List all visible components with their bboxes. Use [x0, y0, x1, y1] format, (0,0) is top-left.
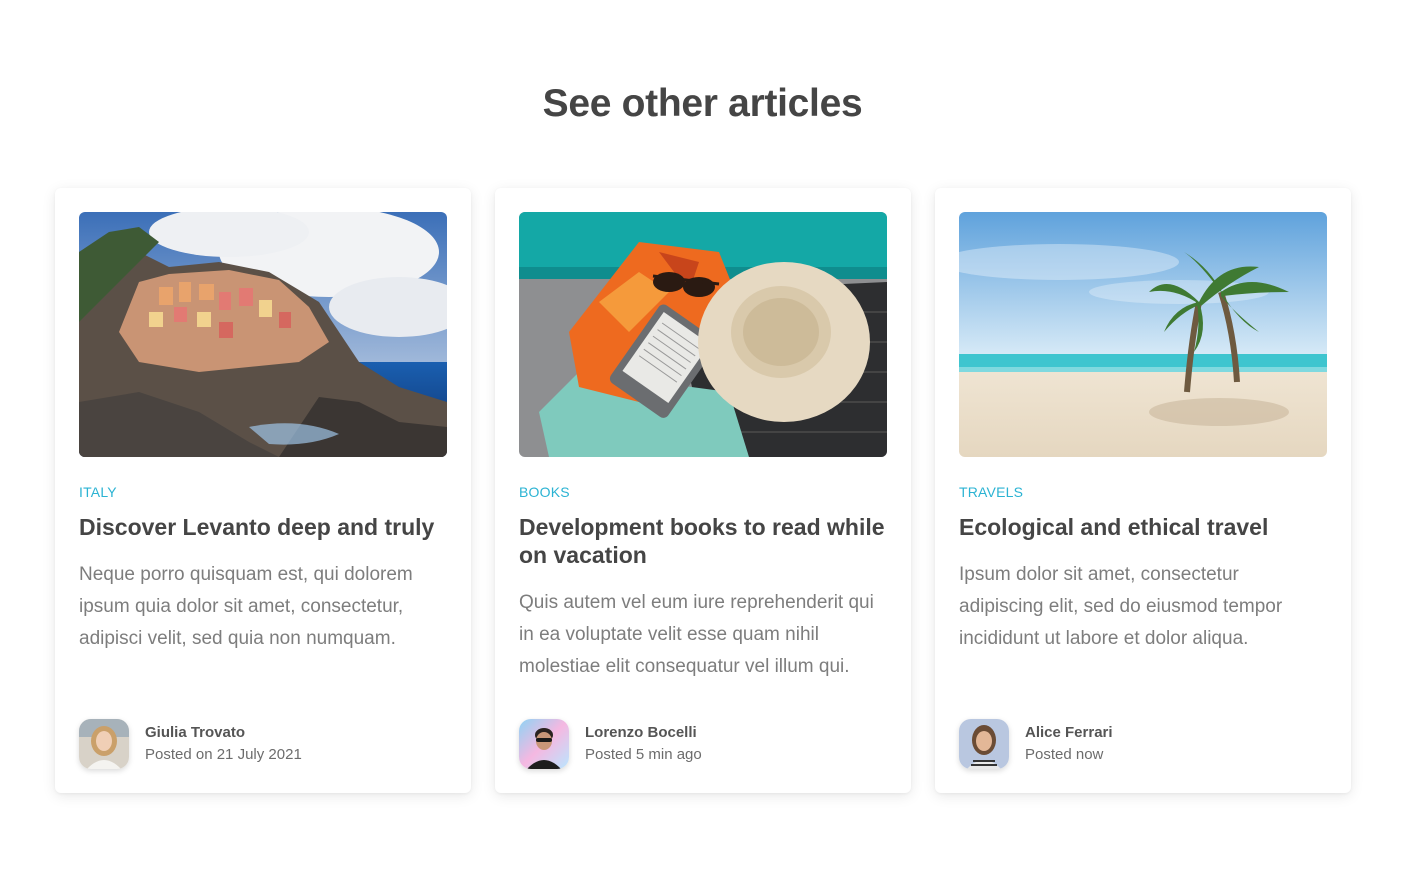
author-avatar [519, 719, 569, 769]
article-title-link[interactable]: Discover Levanto deep and truly [79, 513, 447, 541]
article-title-link[interactable]: Ecological and ethical travel [959, 513, 1327, 541]
author-avatar [79, 719, 129, 769]
article-category-link[interactable]: BOOKS [519, 484, 570, 500]
article-image[interactable] [959, 212, 1327, 457]
author-name: Giulia Trovato [145, 724, 246, 741]
article-excerpt: Quis autem vel eum iure reprehenderit qu… [519, 592, 874, 677]
article-author: Giulia Trovato Posted on 21 July 2021 [79, 719, 447, 769]
post-date: Posted on 21 July 2021 [145, 746, 302, 763]
author-name: Lorenzo Bocelli [585, 724, 697, 741]
article-card[interactable]: BOOKS Development books to read while on… [495, 188, 911, 793]
article-image[interactable] [519, 212, 887, 457]
post-date: Posted now [1025, 746, 1104, 763]
author-name: Alice Ferrari [1025, 724, 1113, 741]
post-date: Posted 5 min ago [585, 746, 702, 763]
article-category-link[interactable]: ITALY [79, 484, 117, 500]
article-image[interactable] [79, 212, 447, 457]
section-title: See other articles [542, 82, 863, 125]
article-title-link[interactable]: Development books to read while on vacat… [519, 513, 887, 569]
article-category-link[interactable]: TRAVELS [959, 484, 1023, 500]
article-excerpt: Neque porro quisquam est, qui dolorem ip… [79, 564, 413, 649]
author-avatar [959, 719, 1009, 769]
article-excerpt: Ipsum dolor sit amet, consectetur adipis… [959, 564, 1283, 649]
article-card-list: ITALY Discover Levanto deep and truly Ne… [55, 188, 1351, 793]
article-author: Lorenzo Bocelli Posted 5 min ago [519, 719, 887, 769]
article-author: Alice Ferrari Posted now [959, 719, 1327, 769]
article-card[interactable]: TRAVELS Ecological and ethical travel Ip… [935, 188, 1351, 793]
article-card[interactable]: ITALY Discover Levanto deep and truly Ne… [55, 188, 471, 793]
